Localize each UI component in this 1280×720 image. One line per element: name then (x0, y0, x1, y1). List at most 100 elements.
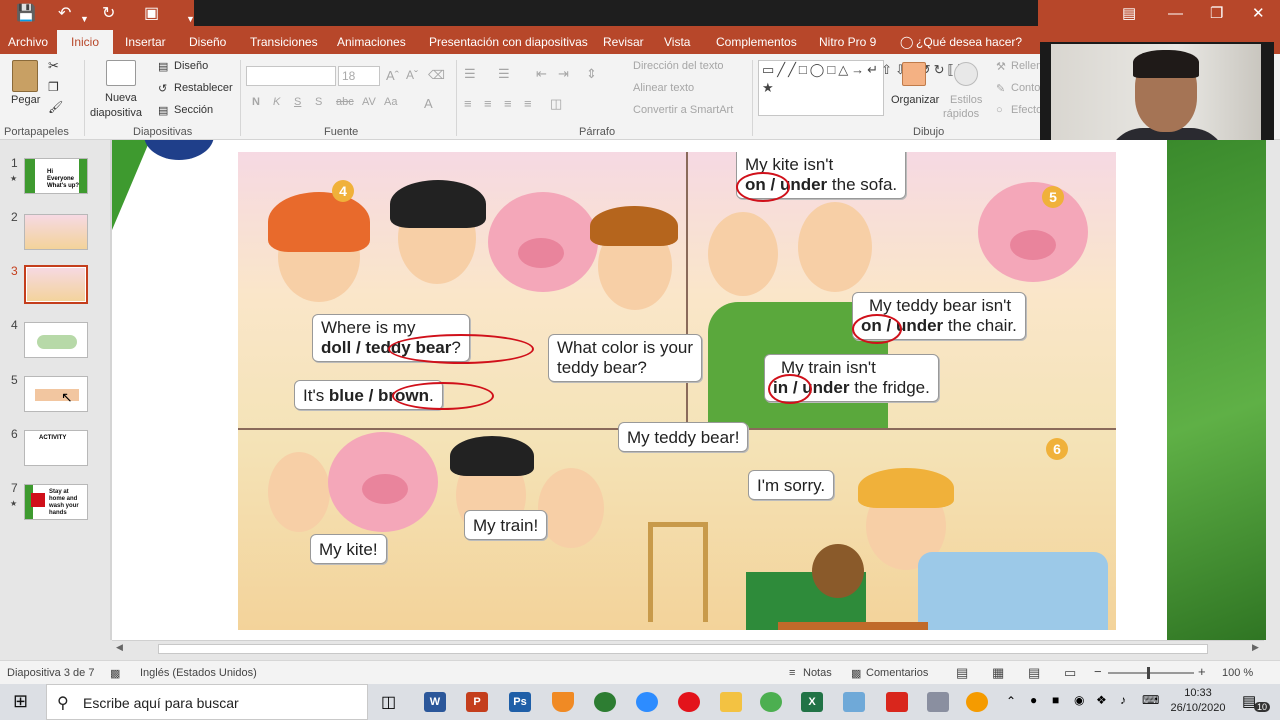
zoom-level[interactable]: 100 % (1222, 667, 1253, 679)
tab-animaciones[interactable]: Animaciones (337, 35, 406, 49)
quick-styles-label-1[interactable]: Estilos (950, 94, 982, 106)
italic-button[interactable]: K (273, 96, 280, 108)
vertical-scrollbar[interactable] (1266, 140, 1280, 640)
new-slide-label-2[interactable]: diapositiva (90, 107, 142, 119)
font-color-icon[interactable]: A (424, 96, 433, 111)
spacing-icon[interactable]: AV (362, 96, 376, 108)
app-icon[interactable] (843, 692, 865, 712)
tab-transiciones[interactable]: Transiciones (250, 35, 318, 49)
language-indicator[interactable]: Inglés (Estados Unidos) (140, 667, 257, 679)
shape-fill-icon[interactable]: ⚒ (996, 60, 1006, 73)
shadow-button[interactable]: S (315, 96, 322, 108)
text-direction-button[interactable]: Dirección del texto (633, 60, 724, 72)
tab-insertar[interactable]: Insertar (125, 35, 166, 49)
arrange-icon[interactable] (902, 62, 926, 86)
format-painter-icon[interactable]: 🖌 (48, 100, 63, 114)
normal-view-icon[interactable]: ▤ (956, 665, 968, 681)
tab-revisar[interactable]: Revisar (603, 35, 644, 49)
dropbox-icon[interactable]: ❖ (1096, 693, 1107, 707)
undo-icon[interactable]: ↶ (58, 4, 71, 24)
redo-icon[interactable]: ↻ (102, 4, 115, 24)
paste-button[interactable]: Pegar (11, 94, 40, 106)
tray-wifi-icon[interactable]: ◉ (1074, 693, 1084, 707)
zoom-app-icon[interactable] (636, 692, 658, 712)
zoom-slider[interactable] (1108, 672, 1194, 674)
vlc-icon[interactable] (552, 692, 574, 712)
new-slide-icon[interactable] (106, 60, 136, 86)
comments-button[interactable]: Comentarios (866, 667, 928, 679)
horizontal-scrollbar[interactable]: ◀ ▶ (112, 640, 1264, 656)
slide-thumb-1[interactable]: Hi Everyone What's up? (24, 158, 88, 194)
shapes-gallery[interactable]: ▭╱╱□◯□△→↵⇧⇩○↺↻⟦⟧★ (758, 60, 963, 116)
grow-font-icon[interactable]: Aˆ (386, 68, 399, 83)
excel-icon[interactable]: X (801, 692, 823, 712)
close-icon[interactable]: ✕ (1252, 4, 1265, 24)
tray-mic-icon[interactable]: ● (1030, 693, 1037, 707)
tab-vista[interactable]: Vista (664, 35, 690, 49)
powerpoint-icon[interactable]: P (466, 692, 488, 712)
acrobat-icon[interactable] (886, 692, 908, 712)
slide-thumb-7[interactable]: Stay at home and wash your hands (24, 484, 88, 520)
tray-app-icon[interactable]: ■ (1052, 693, 1059, 707)
section-button[interactable]: Sección (174, 104, 213, 116)
columns-icon[interactable]: ◫ (550, 96, 562, 112)
reset-button[interactable]: Restablecer (174, 82, 233, 94)
scroll-right-icon[interactable]: ▶ (1252, 642, 1259, 653)
file-explorer-icon[interactable] (720, 692, 742, 712)
shrink-font-icon[interactable]: Aˇ (406, 68, 418, 82)
keyboard-icon[interactable]: ⌨ (1142, 693, 1159, 707)
restore-icon[interactable]: ❐ (1210, 4, 1223, 24)
font-size-combo[interactable]: 18 (338, 66, 380, 86)
quick-styles-label-2[interactable]: rápidos (943, 108, 979, 120)
numbering-icon[interactable]: ☰ (498, 66, 510, 82)
ribbon-options-icon[interactable]: ▤ (1122, 4, 1136, 24)
save-icon[interactable]: 💾 (16, 4, 36, 24)
underline-button[interactable]: S (294, 96, 301, 108)
paste-icon[interactable] (12, 60, 38, 92)
reading-view-icon[interactable]: ▤ (1028, 665, 1040, 681)
horizontal-scroll-thumb[interactable] (158, 644, 1208, 654)
zoom-slider-handle[interactable] (1147, 667, 1150, 679)
tab-nitro[interactable]: Nitro Pro 9 (819, 35, 876, 49)
line-spacing-icon[interactable]: ⇕ (586, 66, 597, 82)
taskbar-search-box[interactable]: ⚲ Escribe aquí para buscar (46, 684, 368, 720)
photoshop-icon[interactable]: Ps (509, 692, 531, 712)
scroll-left-icon[interactable]: ◀ (116, 642, 123, 653)
windows-start-icon[interactable]: ⊞ (13, 691, 28, 712)
tell-me-box[interactable]: ¿Qué desea hacer? (916, 35, 1022, 49)
align-right-icon[interactable]: ≡ (504, 96, 512, 111)
shape-effects-icon[interactable]: ○ (996, 104, 1003, 116)
slide-thumb-4[interactable] (24, 322, 88, 358)
volume-icon[interactable]: ♪ (1120, 693, 1126, 707)
task-view-icon[interactable]: ◫ (381, 692, 396, 712)
slide-thumb-6[interactable]: ACTIVITY (24, 430, 88, 466)
quick-styles-icon[interactable] (954, 62, 978, 86)
bold-button[interactable]: N (252, 96, 260, 108)
zoom-out-icon[interactable]: − (1094, 664, 1102, 679)
slide-thumb-3-selected[interactable] (24, 265, 88, 304)
slideshow-view-icon[interactable]: ▭ (1064, 665, 1076, 681)
tab-inicio[interactable]: Inicio (57, 30, 114, 54)
tab-complementos[interactable]: Complementos (716, 35, 797, 49)
bubble-what-color[interactable]: What color is your teddy bear? (548, 334, 703, 382)
bubble-im-sorry[interactable]: I'm sorry. (748, 470, 835, 500)
tray-chevron-icon[interactable]: ⌃ (1006, 694, 1016, 708)
bullets-icon[interactable]: ☰ (464, 66, 476, 82)
bubble-my-train[interactable]: My train! (464, 510, 548, 540)
align-text-button[interactable]: Alinear texto (633, 82, 694, 94)
slide-thumb-5[interactable]: ↖ (24, 376, 88, 412)
increase-indent-icon[interactable]: ⇥ (558, 66, 569, 82)
cut-icon[interactable]: ✂ (48, 58, 59, 74)
slide-canvas[interactable]: 4 5 6 Where is my doll / teddy bear? It'… (112, 140, 1270, 640)
slide-sorter-icon[interactable]: ▦ (992, 665, 1004, 681)
word-icon[interactable]: W (424, 692, 446, 712)
zoom-in-icon[interactable]: + (1198, 664, 1206, 679)
layout-button[interactable]: Diseño (174, 60, 208, 72)
undo-dropdown-icon[interactable]: ▼ (80, 9, 89, 29)
align-center-icon[interactable]: ≡ (484, 96, 492, 111)
copy-icon[interactable]: ❐ (48, 80, 59, 94)
justify-icon[interactable]: ≡ (524, 96, 532, 111)
strikethrough-icon[interactable]: abc (336, 96, 354, 108)
tab-presentacion[interactable]: Presentación con diapositivas (429, 35, 588, 49)
bubble-my-teddy-bear[interactable]: My teddy bear! (618, 422, 749, 452)
